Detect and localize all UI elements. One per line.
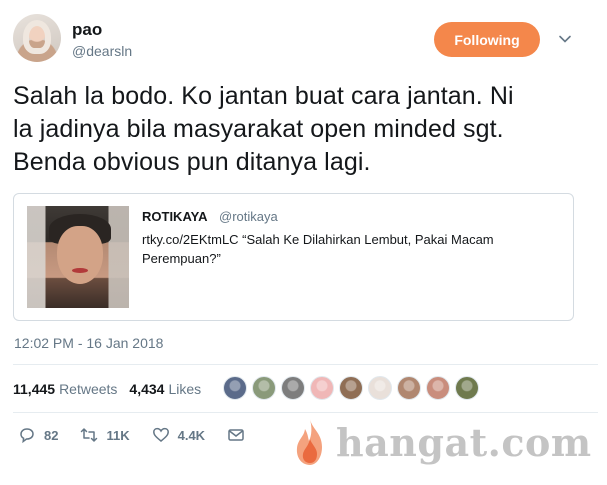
tweet-actions: 82 11K 4.4K <box>18 426 275 444</box>
heart-icon <box>152 427 169 442</box>
quoted-tweet-line: Perempuan?” <box>142 251 221 266</box>
tweet-text: Salah la bodo. Ko jantan buat cara janta… <box>13 80 598 179</box>
retweets-stat[interactable]: 11,445 Retweets <box>13 381 117 397</box>
like-count: 4.4K <box>177 427 206 443</box>
author-avatar[interactable] <box>13 14 61 62</box>
liker-avatar[interactable] <box>281 376 305 400</box>
quoted-tweet-author-handle: @rotikaya <box>219 209 278 224</box>
liker-avatar[interactable] <box>223 376 247 400</box>
retweets-label: Retweets <box>59 381 118 397</box>
reply-button[interactable]: 82 <box>18 426 58 444</box>
tweet-line: la jadinya bila masyarakat open minded s… <box>13 115 504 143</box>
tweet-line: Benda obvious pun ditanya lagi. <box>13 148 371 176</box>
liker-avatar[interactable] <box>252 376 276 400</box>
like-button[interactable]: 4.4K <box>152 426 205 444</box>
retweet-icon <box>81 428 98 442</box>
tweet-timestamp[interactable]: 12:02 PM - 16 Jan 2018 <box>14 335 163 351</box>
liker-avatar[interactable] <box>455 376 479 400</box>
liker-avatar[interactable] <box>426 376 450 400</box>
tweet-line: Salah la bodo. Ko jantan buat cara janta… <box>13 82 514 110</box>
engagement-stats: 11,445 Retweets 4,434 Likes <box>13 379 201 399</box>
retweet-count: 11K <box>106 427 130 443</box>
quoted-tweet-author-name: ROTIKAYA <box>142 209 208 224</box>
watermark-text: hangat.com <box>336 419 592 465</box>
likes-stat[interactable]: 4,434 Likes <box>129 381 201 397</box>
envelope-icon <box>228 429 244 441</box>
likes-count: 4,434 <box>129 381 165 397</box>
divider <box>13 412 598 413</box>
divider <box>13 364 598 365</box>
liker-avatar[interactable] <box>339 376 363 400</box>
reply-icon <box>20 428 34 444</box>
author-handle[interactable]: @dearsln <box>72 43 132 59</box>
quoted-tweet-text: rtky.co/2EKtmLC “Salah Ke Dilahirkan Lem… <box>142 230 552 268</box>
quoted-tweet-image <box>27 206 129 308</box>
author-name[interactable]: pao <box>72 20 102 40</box>
liker-avatar[interactable] <box>310 376 334 400</box>
liker-avatar[interactable] <box>368 376 392 400</box>
quoted-tweet-line: rtky.co/2EKtmLC “Salah Ke Dilahirkan Lem… <box>142 232 494 247</box>
liker-avatars <box>223 376 484 400</box>
retweets-count: 11,445 <box>13 381 56 397</box>
following-button[interactable]: Following <box>434 22 540 57</box>
liker-avatar[interactable] <box>397 376 421 400</box>
quoted-tweet-card[interactable]: ROTIKAYA @rotikaya rtky.co/2EKtmLC “Sala… <box>13 193 574 321</box>
reply-count: 82 <box>44 427 59 443</box>
likes-label: Likes <box>168 381 202 397</box>
flame-icon <box>296 419 322 465</box>
chevron-down-icon[interactable] <box>558 32 572 46</box>
retweet-button[interactable]: 11K <box>80 426 130 444</box>
site-watermark: hangat.com <box>290 417 592 467</box>
direct-message-button[interactable] <box>227 426 253 444</box>
